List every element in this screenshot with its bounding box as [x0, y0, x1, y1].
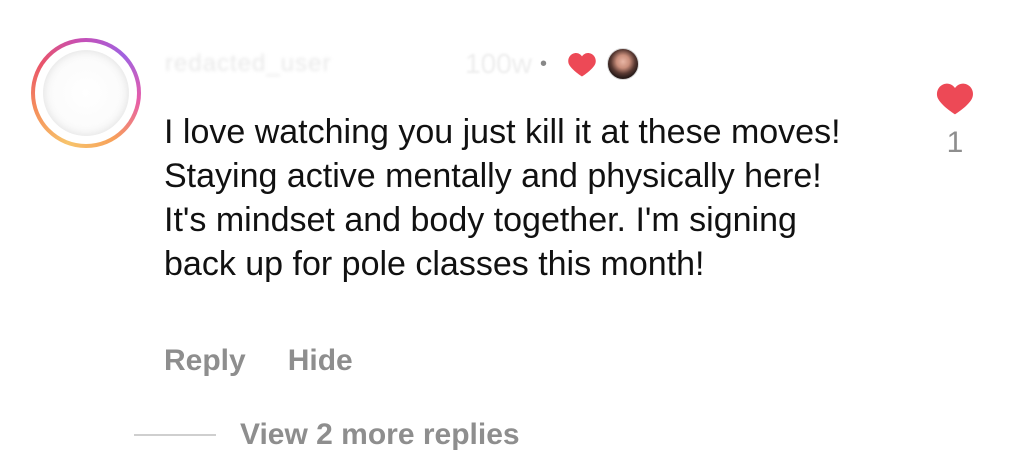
view-replies-label[interactable]: View 2 more replies: [240, 418, 520, 452]
hide-button[interactable]: Hide: [288, 344, 353, 378]
replies-divider: [134, 434, 216, 436]
comment-actions: Reply Hide: [164, 344, 353, 378]
reply-button[interactable]: Reply: [164, 344, 246, 378]
creator-avatar: [606, 48, 639, 80]
comment-meta: redacted_user 100w •: [165, 44, 639, 84]
avatar-photo: [43, 50, 129, 136]
view-replies-button[interactable]: View 2 more replies: [134, 418, 520, 452]
avatar-ring-gap: [35, 42, 137, 144]
heart-icon: [568, 53, 596, 77]
commenter-avatar[interactable]: [31, 38, 141, 148]
heart-icon[interactable]: [935, 80, 975, 116]
like-count[interactable]: 1: [932, 126, 978, 160]
meta-separator: •: [539, 53, 547, 75]
commenter-username[interactable]: redacted_user: [165, 50, 465, 78]
comment-timestamp: 100w: [465, 48, 532, 79]
like-control: 1: [932, 80, 978, 160]
comment-text: I love watching you just kill it at thes…: [164, 113, 841, 283]
